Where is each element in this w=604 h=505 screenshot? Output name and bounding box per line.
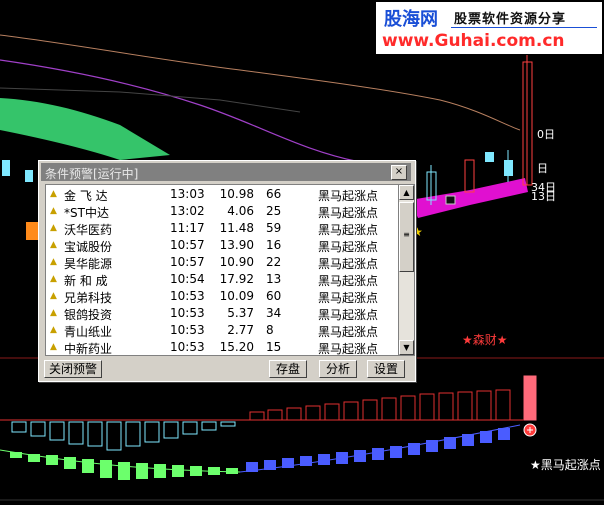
vertical-scrollbar[interactable]: ▲ ≡ ▼ xyxy=(398,184,415,356)
cyan-histogram xyxy=(11,421,236,451)
banner-url: www.Guhai.com.cn xyxy=(382,31,565,51)
list-item[interactable]: ▲ 中新药业 10:53 15.20 15 黑马起涨点 xyxy=(46,339,398,355)
candle xyxy=(485,152,494,162)
watermark-banner: 股海网 股票软件资源分享 www.Guhai.com.cn xyxy=(376,2,602,54)
scroll-up-icon[interactable]: ▲ xyxy=(399,185,414,200)
candle xyxy=(25,170,33,182)
close-icon[interactable]: × xyxy=(391,165,407,180)
green-band xyxy=(0,98,170,160)
candle xyxy=(2,160,10,176)
list-item[interactable]: ▲ 沃华医药 11:17 11.48 59 黑马起涨点 xyxy=(46,220,398,237)
dialog-title: 条件预警[运行中] xyxy=(45,167,139,181)
label-13-day: 13日 xyxy=(531,190,556,203)
list-item[interactable]: ▲ 银鸽投资 10:53 5.37 34 黑马起涨点 xyxy=(46,305,398,322)
orange-marker xyxy=(26,222,38,240)
list-item[interactable]: ▲ 青山纸业 10:53 2.77 8 黑马起涨点 xyxy=(46,322,398,339)
candle xyxy=(445,195,456,205)
close-alert-button[interactable]: 关闭预警 xyxy=(44,360,102,378)
red-histogram-last xyxy=(523,375,537,421)
up-arrow-icon: ▲ xyxy=(50,206,57,216)
list-item[interactable]: ▲ 昊华能源 10:57 10.90 22 黑马起涨点 xyxy=(46,254,398,271)
dialog-titlebar[interactable]: 条件预警[运行中] × xyxy=(41,163,411,181)
list-item[interactable]: ▲ 宝诚股份 10:57 13.90 16 黑马起涨点 xyxy=(46,237,398,254)
red-histogram xyxy=(249,389,511,421)
analyze-button[interactable]: 分析 xyxy=(319,360,357,378)
scroll-thumb[interactable]: ≡ xyxy=(399,202,414,272)
banner-divider xyxy=(451,27,597,28)
up-arrow-icon: ▲ xyxy=(50,291,57,301)
list-item[interactable]: ▲ 兄弟科技 10:53 10.09 60 黑马起涨点 xyxy=(46,288,398,305)
label-senecai: ★森财★ xyxy=(462,333,508,347)
label-0-day: 0日 xyxy=(537,128,555,141)
list-item[interactable]: ▲ 金 飞 达 13:03 10.98 66 黑马起涨点 xyxy=(46,186,398,203)
magenta-band xyxy=(410,178,528,218)
up-arrow-icon: ▲ xyxy=(50,308,57,318)
up-arrow-icon: ▲ xyxy=(50,325,57,335)
up-arrow-icon: ▲ xyxy=(50,223,57,233)
up-arrow-icon: ▲ xyxy=(50,257,57,267)
label-day: 日 xyxy=(537,162,548,175)
save-button[interactable]: 存盘 xyxy=(269,360,307,378)
scroll-down-icon[interactable]: ▼ xyxy=(399,340,414,355)
stock-chart-window: ★ 0日 日 34日 13日 ★森财★ ★黑马起涨点 股海网 股票软件资源分享 … xyxy=(0,0,604,505)
label-bottom-signal: ★黑马起涨点 xyxy=(530,458,601,472)
up-arrow-icon: ▲ xyxy=(50,342,57,352)
settings-button[interactable]: 设置 xyxy=(367,360,405,378)
alert-list[interactable]: ▲ 金 飞 达 13:03 10.98 66 黑马起涨点 ▲ *ST中达 13:… xyxy=(45,184,399,356)
banner-brand: 股海网 xyxy=(384,9,438,30)
banner-tagline: 股票软件资源分享 xyxy=(454,12,567,27)
list-item[interactable]: ▲ 新 和 成 10:54 17.92 13 黑马起涨点 xyxy=(46,271,398,288)
alert-dialog: 条件预警[运行中] × ▲ 金 飞 达 13:03 10.98 66 黑马起涨点… xyxy=(38,160,416,382)
up-arrow-icon: ▲ xyxy=(50,274,57,284)
up-arrow-icon: ▲ xyxy=(50,240,57,250)
list-item[interactable]: ▲ *ST中达 13:02 4.06 25 黑马起涨点 xyxy=(46,203,398,220)
up-arrow-icon: ▲ xyxy=(50,189,57,199)
candle xyxy=(464,159,475,193)
